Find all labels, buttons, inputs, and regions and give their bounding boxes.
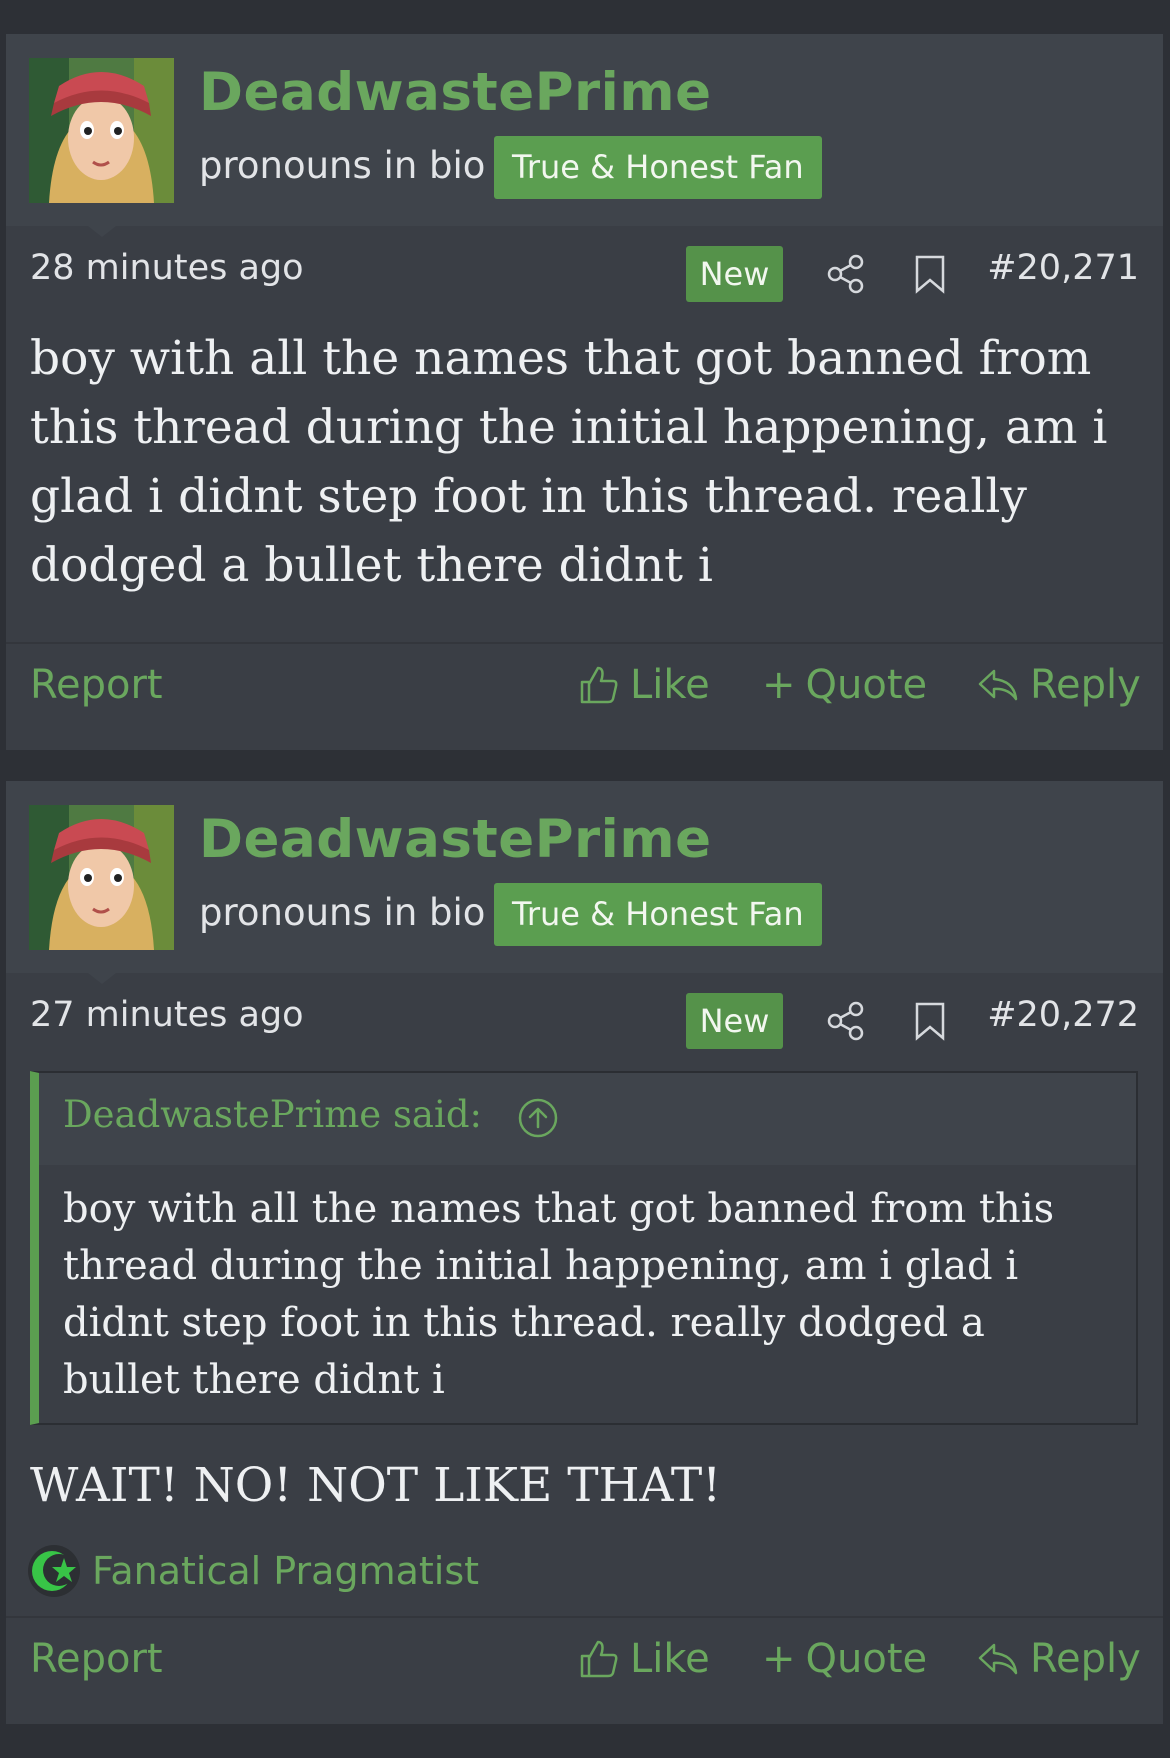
- quote-attribution[interactable]: DeadwastePrime said:: [63, 1093, 482, 1136]
- thumbs-up-icon: [580, 1640, 618, 1678]
- new-badge: New: [686, 993, 783, 1049]
- user-badge: True & Honest Fan: [494, 883, 822, 946]
- avatar[interactable]: [29, 58, 174, 203]
- reaction-row: Fanatical Pragmatist: [26, 1541, 479, 1601]
- star-crescent-icon: [28, 1545, 80, 1597]
- post-actions: Report Like + Quote Reply: [6, 642, 1163, 739]
- thumbs-up-icon: [580, 666, 618, 704]
- username[interactable]: DeadwastePrime: [199, 62, 712, 123]
- report-button[interactable]: Report: [30, 662, 163, 708]
- user-badge: True & Honest Fan: [494, 136, 822, 199]
- timestamp[interactable]: 27 minutes ago: [30, 995, 304, 1035]
- reaction-label[interactable]: Fanatical Pragmatist: [92, 1549, 479, 1593]
- report-button[interactable]: Report: [30, 1636, 163, 1682]
- username[interactable]: DeadwastePrime: [199, 809, 712, 870]
- post-meta: 27 minutes ago New #20,272: [6, 973, 1163, 1063]
- like-label: Like: [630, 1636, 710, 1682]
- quote-header: DeadwastePrime said:: [39, 1073, 1136, 1165]
- bookmark-icon[interactable]: [914, 1001, 946, 1041]
- post-body: boy with all the names that got banned f…: [30, 331, 1108, 593]
- user-title: pronouns in bio: [199, 144, 486, 187]
- user-title: pronouns in bio: [199, 891, 486, 934]
- plus-icon: +: [762, 662, 796, 708]
- post-number[interactable]: #20,271: [987, 248, 1139, 288]
- post-actions: Report Like + Quote Reply: [6, 1616, 1163, 1713]
- share-icon[interactable]: [826, 1000, 866, 1042]
- reply-label: Reply: [1030, 1636, 1141, 1682]
- post-header: DeadwastePrime pronouns in bio True & Ho…: [6, 34, 1163, 226]
- post: DeadwastePrime pronouns in bio True & Ho…: [6, 781, 1163, 1724]
- reply-arrow-icon: [978, 669, 1018, 701]
- quote-text: boy with all the names that got banned f…: [63, 1186, 1055, 1403]
- post-header: DeadwastePrime pronouns in bio True & Ho…: [6, 781, 1163, 973]
- reply-arrow-icon: [978, 1643, 1018, 1675]
- post: DeadwastePrime pronouns in bio True & Ho…: [6, 34, 1163, 750]
- new-badge: New: [686, 246, 783, 302]
- quote-button[interactable]: + Quote: [762, 1636, 927, 1682]
- like-button[interactable]: Like: [578, 1636, 710, 1682]
- post-meta: 28 minutes ago New #20,271: [6, 226, 1163, 316]
- report-label: Report: [30, 662, 163, 708]
- post-body: WAIT! NO! NOT LIKE THAT!: [30, 1458, 722, 1513]
- bookmark-icon[interactable]: [914, 254, 946, 294]
- quote-block: DeadwastePrime said: boy with all the na…: [30, 1071, 1138, 1425]
- quote-label: Quote: [805, 1636, 928, 1682]
- quote-up-arrow-icon[interactable]: [517, 1097, 559, 1139]
- timestamp[interactable]: 28 minutes ago: [30, 248, 304, 288]
- reply-button[interactable]: Reply: [976, 1636, 1141, 1682]
- report-label: Report: [30, 1636, 163, 1682]
- avatar[interactable]: [29, 805, 174, 950]
- like-label: Like: [630, 662, 710, 708]
- like-button[interactable]: Like: [578, 662, 710, 708]
- plus-icon: +: [762, 1636, 796, 1682]
- quote-label: Quote: [805, 662, 928, 708]
- post-number[interactable]: #20,272: [987, 995, 1139, 1035]
- reply-label: Reply: [1030, 662, 1141, 708]
- share-icon[interactable]: [826, 253, 866, 295]
- reply-button[interactable]: Reply: [976, 662, 1141, 708]
- quote-button[interactable]: + Quote: [762, 662, 927, 708]
